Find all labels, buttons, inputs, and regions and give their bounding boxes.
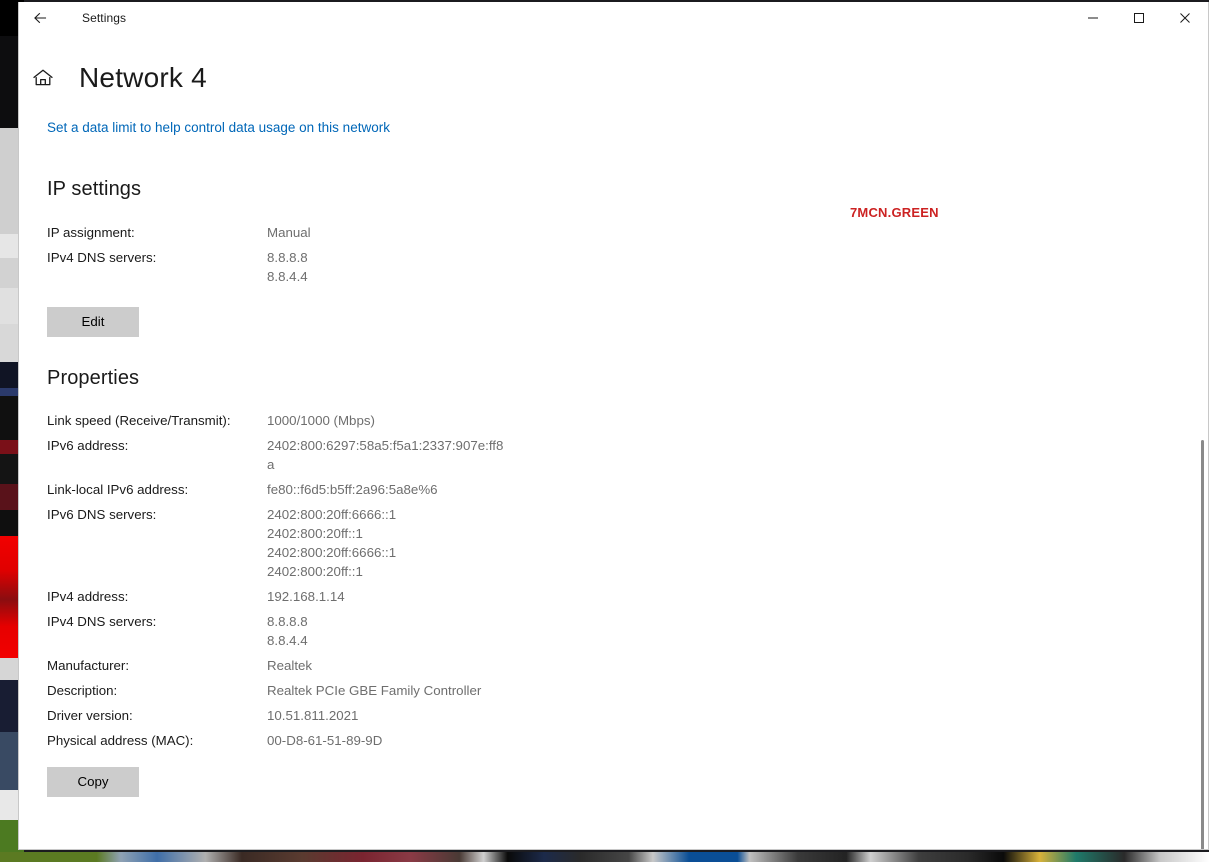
table-row: Physical address (MAC): 00-D8-61-51-89-9…	[47, 731, 687, 756]
page-header: Network 4	[19, 57, 1208, 99]
row-label: Manufacturer:	[47, 658, 130, 673]
row-label: Link-local IPv6 address:	[47, 482, 189, 497]
table-row: IPv4 DNS servers: 8.8.8.8 8.8.4.4	[47, 248, 567, 292]
properties-heading: Properties	[47, 367, 140, 389]
close-button[interactable]	[1162, 2, 1208, 34]
window-controls	[1070, 2, 1208, 34]
row-label: IPv6 address:	[47, 438, 129, 453]
table-row: IPv6 DNS servers: 2402:800:20ff:6666::1 …	[47, 505, 687, 587]
table-row: Link-local IPv6 address: fe80::f6d5:b5ff…	[47, 480, 687, 505]
back-arrow-glyph	[34, 12, 47, 24]
table-row: IPv4 address: 192.168.1.14	[47, 587, 687, 612]
table-row: Driver version: 10.51.811.2021	[47, 706, 687, 731]
row-value: Realtek	[267, 658, 313, 673]
edit-button[interactable]: Edit	[47, 307, 139, 337]
row-value: 192.168.1.14	[267, 589, 345, 604]
ip-settings-heading: IP settings	[47, 178, 142, 200]
table-row: IP assignment: Manual	[47, 223, 567, 248]
watermark-text: 7MCN.GREEN	[850, 205, 939, 220]
row-value: 8.8.8.8 8.8.4.4	[267, 614, 308, 648]
row-label: IPv6 DNS servers:	[47, 507, 157, 522]
scrollbar-thumb[interactable]	[1201, 440, 1204, 849]
row-label: IPv4 address:	[47, 589, 129, 604]
ip-settings-table: IP assignment: Manual IPv4 DNS servers: …	[47, 223, 567, 292]
row-label: IPv4 DNS servers:	[47, 250, 157, 265]
row-label: IPv4 DNS servers:	[47, 614, 157, 629]
set-data-limit-link[interactable]: Set a data limit to help control data us…	[47, 120, 390, 135]
row-value: 00-D8-61-51-89-9D	[267, 733, 383, 748]
page-title: Network 4	[79, 62, 207, 93]
row-value: 2402:800:20ff:6666::1 2402:800:20ff::1 2…	[267, 507, 397, 579]
home-glyph	[33, 69, 53, 86]
home-icon[interactable]	[29, 64, 57, 92]
close-icon	[1180, 13, 1190, 23]
table-row: Link speed (Receive/Transmit): 1000/1000…	[47, 411, 687, 436]
row-value: 8.8.8.8 8.8.4.4	[267, 250, 308, 284]
row-value: Manual	[267, 225, 311, 240]
maximize-icon	[1134, 13, 1144, 23]
row-value: Realtek PCIe GBE Family Controller	[267, 683, 482, 698]
row-label: Physical address (MAC):	[47, 733, 194, 748]
title-bar: Settings	[19, 2, 1208, 34]
minimize-icon	[1088, 17, 1098, 19]
row-value: 10.51.811.2021	[267, 708, 359, 723]
copy-button[interactable]: Copy	[47, 767, 139, 797]
row-value: 1000/1000 (Mbps)	[267, 413, 375, 428]
row-value: 2402:800:6297:58a5:f5a1:2337:907e:ff8 a	[267, 438, 504, 472]
row-label: Driver version:	[47, 708, 133, 723]
vertical-scrollbar[interactable]	[1196, 34, 1208, 849]
row-label: Description:	[47, 683, 118, 698]
table-row: IPv6 address: 2402:800:6297:58a5:f5a1:23…	[47, 436, 687, 480]
row-value: fe80::f6d5:b5ff:2a96:5a8e%6	[267, 482, 438, 497]
row-label: IP assignment:	[47, 225, 135, 240]
table-row: IPv4 DNS servers: 8.8.8.8 8.8.4.4	[47, 612, 687, 656]
settings-window: Settings Network 4 Set a data limit to h…	[18, 2, 1209, 850]
maximize-button[interactable]	[1116, 2, 1162, 34]
settings-content: Network 4 Set a data limit to help contr…	[19, 34, 1208, 849]
taskbar-strip	[0, 852, 1209, 862]
back-arrow-icon[interactable]	[19, 2, 63, 34]
row-label: Link speed (Receive/Transmit):	[47, 413, 231, 428]
minimize-button[interactable]	[1070, 2, 1116, 34]
window-title: Settings	[82, 11, 127, 25]
table-row: Manufacturer: Realtek	[47, 656, 687, 681]
table-row: Description: Realtek PCIe GBE Family Con…	[47, 681, 687, 706]
properties-table: Link speed (Receive/Transmit): 1000/1000…	[47, 411, 687, 756]
